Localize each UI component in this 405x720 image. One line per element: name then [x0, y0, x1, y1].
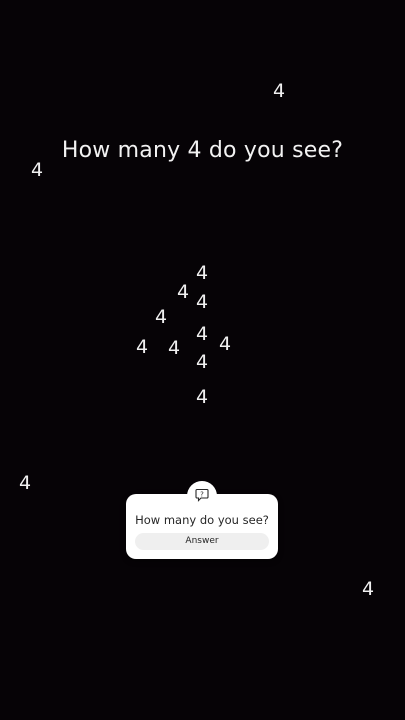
question-headline: How many 4 do you see?: [61, 138, 344, 163]
digit-four: 4: [196, 351, 209, 373]
answer-button[interactable]: Answer: [135, 533, 269, 550]
svg-text:?: ?: [200, 490, 204, 498]
digit-four: 4: [19, 472, 32, 494]
digit-four: 4: [196, 323, 209, 345]
digit-four: 4: [273, 80, 286, 102]
digit-four: 4: [177, 281, 190, 303]
question-sticker-badge: ?: [187, 481, 217, 511]
digit-four: 4: [155, 306, 168, 328]
digit-four: 4: [136, 336, 149, 358]
digit-four: 4: [196, 291, 209, 313]
digit-four: 4: [196, 386, 209, 408]
digit-four: 4: [168, 337, 181, 359]
digit-four: 4: [196, 262, 209, 284]
question-speech-bubble-icon: ?: [195, 487, 209, 506]
digit-four: 4: [31, 159, 44, 181]
sticker-question-text: How many do you see?: [135, 513, 269, 527]
digit-four: 4: [362, 578, 375, 600]
digit-four: 4: [219, 333, 232, 355]
